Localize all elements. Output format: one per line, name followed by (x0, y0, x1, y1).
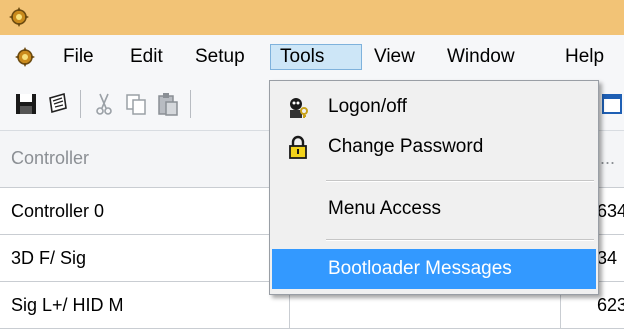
app-gear-icon[interactable] (14, 46, 36, 68)
user-key-icon (290, 98, 308, 118)
copy-icon[interactable] (122, 90, 150, 118)
menu-item-label: Menu Access (328, 198, 441, 219)
column-header-controller[interactable]: Controller (11, 148, 89, 169)
row-name: 3D F/ Sig (11, 248, 87, 268)
row-name: Sig L+/ HID M (11, 295, 124, 315)
menu-item-label: Bootloader Messages (328, 258, 512, 279)
lock-icon (289, 135, 307, 159)
menu-item-change-password[interactable]: Change Password (272, 127, 596, 167)
menu-bar: File Edit Setup Tools View Window Help (0, 35, 624, 79)
cut-icon[interactable] (90, 90, 118, 118)
menu-help[interactable]: Help (556, 44, 613, 70)
tools-menu-dropdown: Logon/off Change Password Menu Access Bo… (269, 80, 599, 295)
toolbar-separator (80, 90, 81, 118)
paste-icon[interactable] (154, 90, 182, 118)
window-icon[interactable] (601, 90, 624, 118)
row-value: 6234 (597, 295, 624, 315)
menu-view[interactable]: View (365, 44, 424, 70)
app-gear-icon (9, 7, 29, 27)
menu-file[interactable]: File (54, 44, 103, 70)
menu-window[interactable]: Window (438, 44, 524, 70)
row-name: Controller 0 (11, 201, 105, 221)
menu-item-label: Change Password (328, 136, 484, 157)
title-bar (0, 0, 624, 35)
menu-item-menu-access[interactable]: Menu Access (272, 189, 596, 229)
menu-setup[interactable]: Setup (186, 44, 254, 70)
menu-item-bootloader-messages[interactable]: Bootloader Messages (272, 249, 596, 289)
save-icon[interactable] (12, 90, 40, 118)
menu-separator (326, 239, 594, 241)
menu-item-label: Logon/off (328, 96, 407, 117)
column-header-truncated[interactable]: ... (600, 148, 615, 169)
row-value: 634 (597, 201, 624, 221)
menu-tools[interactable]: Tools (270, 44, 362, 70)
row-value: 34 (597, 248, 618, 268)
menu-edit[interactable]: Edit (121, 44, 172, 70)
menu-separator (326, 180, 594, 182)
toolbar-separator (190, 90, 191, 118)
print-preview-icon[interactable] (44, 90, 72, 118)
menu-item-logon-off[interactable]: Logon/off (272, 87, 596, 127)
